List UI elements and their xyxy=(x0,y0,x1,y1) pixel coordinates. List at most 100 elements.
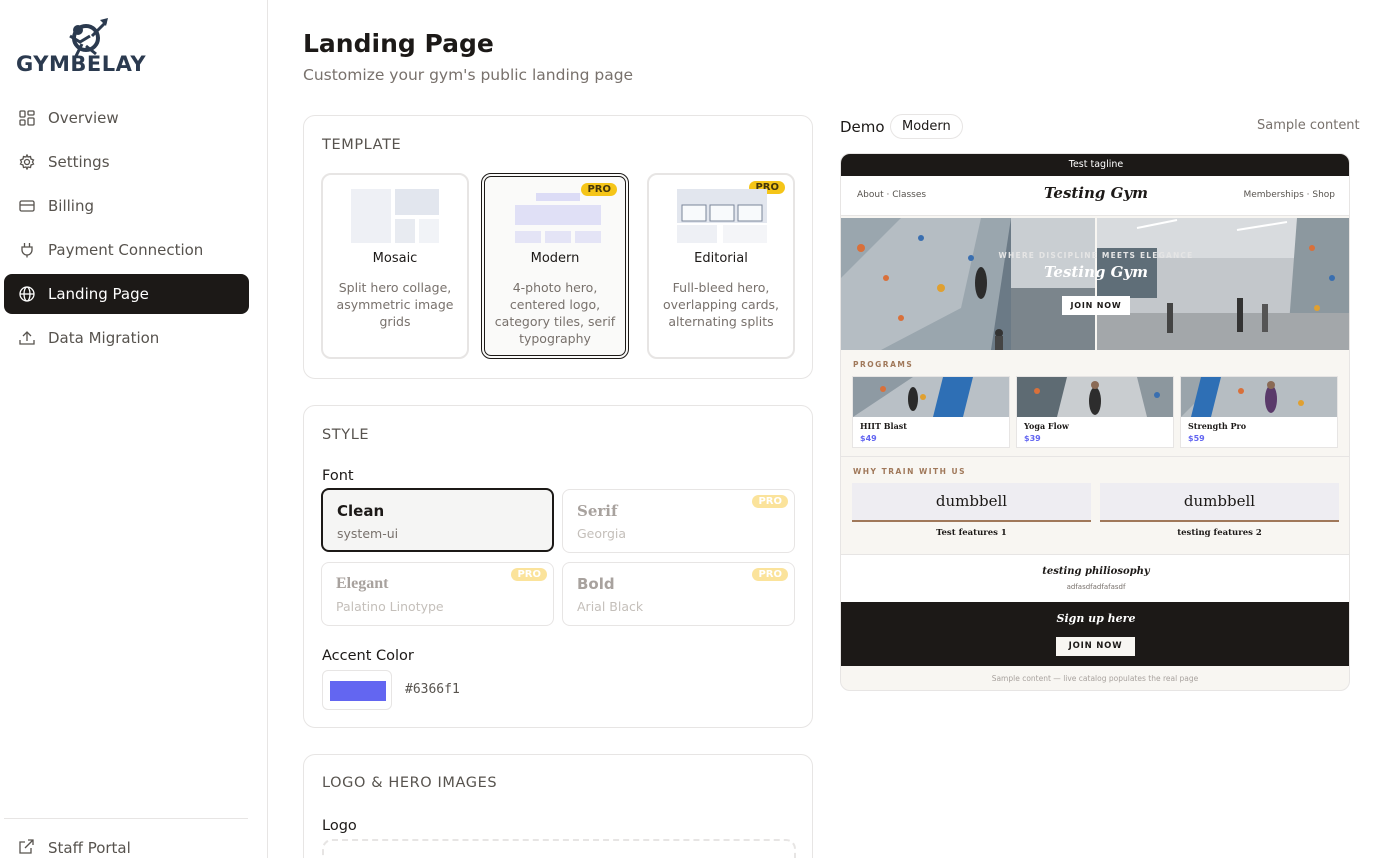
preview-tagline: Test tagline xyxy=(841,154,1349,176)
preview-footnote: Sample content — live catalog populates … xyxy=(991,674,1199,683)
template-description: Split hero collage, asymmetric image gri… xyxy=(336,280,454,329)
template-name: Editorial xyxy=(694,251,748,266)
pro-badge: PRO xyxy=(752,568,788,581)
sidebar-item-label: Payment Connection xyxy=(48,241,204,259)
philosophy-section: testing philiosophy adfasdfadfafasdf xyxy=(841,554,1349,602)
feature-icon-tile: dumbbell xyxy=(852,483,1091,522)
hero-photo-left xyxy=(841,218,1095,350)
sidebar-item-label: Landing Page xyxy=(48,285,149,303)
font-option-serif[interactable]: PRO Serif Georgia xyxy=(562,489,795,553)
sidebar-item-label: Overview xyxy=(48,109,119,127)
template-option-editorial[interactable]: PRO Editorial Full-bleed hero, overlappi… xyxy=(647,173,795,359)
template-option-modern[interactable]: PRO Modern 4-photo hero, centered logo, … xyxy=(481,173,629,359)
font-family-name: Georgia xyxy=(577,526,627,541)
sidebar-item-settings[interactable]: Settings xyxy=(4,142,249,182)
preview-nav-right: Memberships · Shop xyxy=(1243,190,1335,200)
sidebar-item-billing[interactable]: Billing xyxy=(4,186,249,226)
sidebar-item-overview[interactable]: Overview xyxy=(4,98,249,138)
philosophy-title: testing philiosophy xyxy=(1042,566,1150,577)
hero-join-button[interactable]: JOIN NOW xyxy=(1062,296,1130,315)
pro-badge: PRO xyxy=(511,568,547,581)
hero-title: Testing Gym xyxy=(1043,263,1149,281)
accent-color-value[interactable]: #6366f1 xyxy=(405,682,460,697)
accent-color-picker[interactable] xyxy=(322,670,392,710)
sidebar-nav: Overview Settings Billing Payment Connec… xyxy=(4,98,249,362)
program-name: HIIT Blast xyxy=(860,421,907,431)
feature-icon-tile: dumbbell xyxy=(1100,483,1339,522)
why-train-label: WHY TRAIN WITH US xyxy=(853,467,967,476)
template-section-title: TEMPLATE xyxy=(322,137,402,153)
signup-title: Sign up here xyxy=(1056,612,1136,625)
font-family-name: Arial Black xyxy=(577,599,644,614)
landing-preview: Test tagline About · Classes Testing Gym… xyxy=(840,153,1350,691)
brand-logo[interactable]: GYMBELAY xyxy=(16,16,156,78)
page-subtitle: Customize your gym's public landing page xyxy=(303,66,634,84)
program-photo xyxy=(1017,377,1173,417)
template-name: Mosaic xyxy=(372,251,418,266)
font-option-elegant[interactable]: PRO Elegant Palatino Linotype xyxy=(321,562,554,626)
preview-divider xyxy=(841,456,1349,457)
feature-label: Test features 1 xyxy=(936,528,1007,538)
font-name: Elegant xyxy=(336,575,389,592)
font-family-name: system-ui xyxy=(337,526,399,541)
program-price: $59 xyxy=(1188,434,1205,443)
program-card[interactable]: Yoga Flow $39 xyxy=(1016,376,1174,448)
font-family-name: Palatino Linotype xyxy=(336,599,444,614)
editorial-thumbnail xyxy=(677,189,767,243)
font-name: Clean xyxy=(337,502,385,520)
card-icon xyxy=(18,197,36,215)
gear-icon xyxy=(18,153,36,171)
program-name: Yoga Flow xyxy=(1024,421,1069,431)
hero-kicker: WHERE DISCIPLINE MEETS ELEGANCE xyxy=(998,251,1194,260)
external-link-icon xyxy=(18,839,36,857)
signup-join-button[interactable]: JOIN NOW xyxy=(1056,637,1135,656)
programs-label: PROGRAMS xyxy=(853,360,914,369)
program-card[interactable]: HIIT Blast $49 xyxy=(852,376,1010,448)
sidebar-item-landing-page[interactable]: Landing Page xyxy=(4,274,249,314)
page-title: Landing Page xyxy=(303,29,494,58)
accent-color-label: Accent Color xyxy=(322,648,414,664)
preview-nav: About · Classes Testing Gym Memberships … xyxy=(841,176,1349,216)
demo-template-pill: Modern xyxy=(890,114,963,139)
sidebar-item-data-migration[interactable]: Data Migration xyxy=(4,318,249,358)
template-option-mosaic[interactable]: Mosaic Split hero collage, asymmetric im… xyxy=(321,173,469,359)
sidebar-item-payment-connection[interactable]: Payment Connection xyxy=(4,230,249,270)
pro-badge: PRO xyxy=(752,495,788,508)
hero-photo-right xyxy=(1097,218,1349,350)
font-option-bold[interactable]: PRO Bold Arial Black xyxy=(562,562,795,626)
sidebar-item-label: Staff Portal xyxy=(48,839,131,857)
program-price: $49 xyxy=(860,434,877,443)
brand-name: GYMBELAY xyxy=(16,52,147,76)
logo-upload-dropzone[interactable] xyxy=(322,839,796,858)
accent-color-swatch xyxy=(330,681,386,701)
sidebar-item-label: Data Migration xyxy=(48,329,160,347)
feature-label: testing features 2 xyxy=(1177,528,1262,538)
signup-section: Sign up here JOIN NOW xyxy=(841,602,1349,666)
sidebar: GYMBELAY Overview Settings Billing Payme… xyxy=(0,0,268,858)
program-photo xyxy=(853,377,1009,417)
demo-label: Demo xyxy=(840,118,885,136)
font-option-clean[interactable]: Clean system-ui xyxy=(321,488,554,552)
modern-thumbnail xyxy=(515,193,601,243)
sidebar-item-label: Billing xyxy=(48,197,94,215)
grid-icon xyxy=(18,109,36,127)
sidebar-item-label: Settings xyxy=(48,153,110,171)
preview-hero: WHERE DISCIPLINE MEETS ELEGANCE Testing … xyxy=(841,218,1349,350)
mosaic-thumbnail xyxy=(351,189,439,243)
style-section-title: STYLE xyxy=(322,427,370,443)
program-price: $39 xyxy=(1024,434,1041,443)
globe-icon xyxy=(18,285,36,303)
font-name: Serif xyxy=(577,502,618,520)
program-card[interactable]: Strength Pro $59 xyxy=(1180,376,1338,448)
template-card: TEMPLATE Mosaic Split hero collage, asym… xyxy=(303,115,813,379)
logo-label: Logo xyxy=(322,818,357,834)
template-name: Modern xyxy=(530,251,580,266)
template-description: 4-photo hero, centered logo, category ti… xyxy=(494,280,616,346)
sidebar-item-staff-portal[interactable]: Staff Portal xyxy=(4,830,249,858)
font-label: Font xyxy=(322,468,354,484)
style-card: STYLE Font Clean system-ui PRO Serif Geo… xyxy=(303,405,813,728)
program-photo xyxy=(1181,377,1337,417)
upload-icon xyxy=(18,329,36,347)
sidebar-divider xyxy=(4,818,248,819)
font-name: Bold xyxy=(577,575,615,593)
